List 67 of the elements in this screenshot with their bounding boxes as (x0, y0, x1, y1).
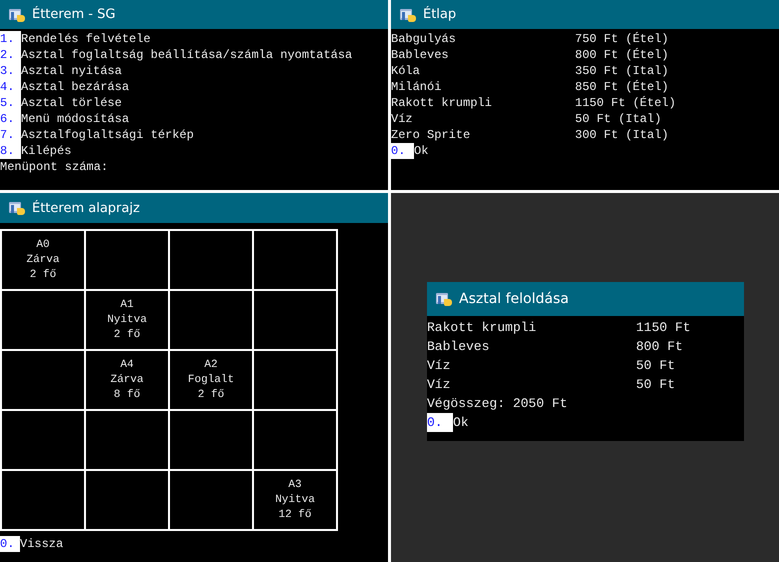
table-info: A2 (204, 358, 218, 373)
option-label: Asztal foglaltság beállítása/számla nyomtatása (21, 47, 352, 63)
option-label: Vissza (20, 536, 64, 552)
item-price: 850 Ft (Étel) (575, 79, 669, 95)
item-name: Bableves (427, 338, 490, 356)
option-label: Asztal bezárása (21, 79, 130, 95)
item-name: Bableves (391, 47, 450, 63)
table-info: 8 fő (114, 388, 140, 403)
item-price: 50 Ft (636, 357, 676, 375)
table-info: A0 (36, 238, 50, 253)
table-info: A4 (120, 358, 134, 373)
table-info: A3 (288, 478, 302, 493)
item-name: Víz (391, 111, 414, 127)
option-number: 0. (427, 413, 453, 432)
option-number: 5. (0, 95, 21, 111)
item-name: Kóla (391, 63, 421, 79)
table-info: 2 fő (198, 388, 224, 403)
item-price: 300 Ft (Ital) (575, 127, 669, 143)
item-price: 800 Ft (636, 338, 683, 356)
option-label: Asztal nyitása (21, 63, 122, 79)
table-info: 2 fő (30, 268, 56, 283)
window-title: Asztal feloldása (459, 291, 569, 307)
option-label: Asztal törlése (21, 95, 122, 111)
table-info: Nyitva (275, 493, 315, 508)
window-title: Étlap (423, 7, 456, 22)
item-price: 800 Ft (Étel) (575, 47, 669, 63)
option-label: Kilépés (21, 143, 72, 159)
option-number: 8. (0, 143, 21, 159)
item-name: Víz (427, 376, 452, 394)
python-app-icon (8, 199, 26, 217)
table-info: Zárva (110, 373, 144, 388)
window-title: Étterem alaprajz (32, 200, 140, 216)
item-name: Zero Sprite (391, 127, 472, 143)
item-price: 1150 Ft (Étel) (575, 95, 676, 111)
item-name: Víz (427, 357, 452, 375)
table-info: Nyitva (107, 313, 147, 328)
option-number: 0. (391, 143, 414, 159)
option-number: 6. (0, 111, 21, 127)
total-text: Végösszeg: 2050 Ft (427, 395, 568, 413)
option-number: 7. (0, 127, 21, 143)
item-name: Rakott krumpli (391, 95, 493, 111)
table-info: 12 fő (278, 508, 312, 523)
option-number: 1. (0, 31, 21, 47)
option-number: 3. (0, 63, 21, 79)
table-info: 2 fő (114, 328, 140, 343)
option-label: Ok (414, 143, 428, 159)
item-price: 50 Ft (636, 376, 676, 394)
python-app-icon (435, 290, 453, 308)
table-info: A1 (120, 298, 134, 313)
item-price: 750 Ft (Étel) (575, 31, 669, 47)
option-number: 0. (0, 536, 20, 552)
option-label: Ok (453, 414, 469, 432)
item-price: 50 Ft (Ital) (575, 111, 662, 127)
table-info: Foglalt (188, 373, 234, 388)
item-price: 1150 Ft (636, 319, 691, 337)
option-label: Menü módosítása (21, 111, 130, 127)
item-name: Babgulyás (391, 31, 457, 47)
item-name: Rakott krumpli (427, 319, 538, 337)
prompt-text: Menüpont száma: (0, 159, 110, 175)
option-number: 4. (0, 79, 21, 95)
item-name: Milánói (391, 79, 442, 95)
option-label: Asztalfoglaltsági térkép (21, 127, 194, 143)
window-title: Étterem - SG (32, 7, 116, 22)
option-label: Rendelés felvétele (21, 31, 151, 47)
option-number: 2. (0, 47, 21, 63)
item-price: 350 Ft (Ital) (575, 63, 669, 79)
table-info: Zárva (26, 253, 60, 268)
